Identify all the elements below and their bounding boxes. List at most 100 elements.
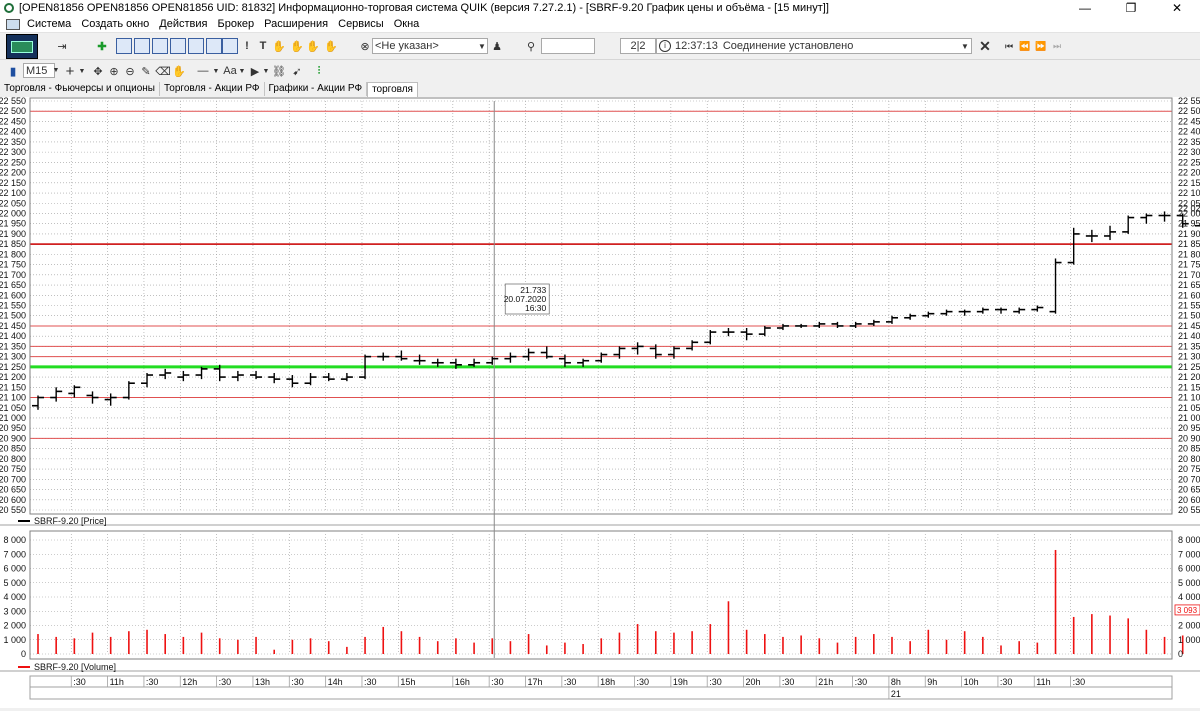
price-volume-chart[interactable]: 22 550 22 500 22 450 22 400 22 350 22 300 22 2… [0, 96, 1200, 708]
last-message-icon[interactable]: ⏭ [1050, 39, 1064, 53]
account-select[interactable]: <Не указан> [372, 38, 488, 54]
x-tick-label: 20h [746, 677, 761, 687]
close-x-icon[interactable]: ✕ [978, 38, 992, 54]
new-order-icon[interactable]: ✚ [94, 38, 110, 54]
table-icon-6[interactable] [206, 38, 222, 54]
exclamation-icon[interactable]: ! [240, 38, 254, 54]
client-icon[interactable]: ♟ [490, 38, 504, 54]
zoom-in-icon[interactable]: ⊕ [107, 63, 121, 79]
restore-button[interactable]: ❐ [1108, 0, 1154, 16]
zoom-out-icon[interactable]: ⊖ [123, 63, 137, 79]
table-icon-5[interactable] [188, 38, 204, 54]
price-tick-label-right: 21 75 [1178, 260, 1200, 270]
status-dropdown-arrow-icon[interactable]: ▼ [960, 39, 970, 53]
price-tick-label-left: 20 750 [0, 464, 26, 474]
cancel-orders-icon[interactable]: ⊗ [358, 39, 372, 53]
volume-tick-label-left: 3 000 [3, 606, 26, 616]
link-icon[interactable]: ⛓ [272, 63, 286, 79]
price-tick-label-left: 21 150 [0, 382, 26, 392]
x-tick-label: :30 [709, 677, 722, 687]
fill-dropdown-icon[interactable]: ▼ [262, 63, 270, 79]
menu-actions[interactable]: Действия [154, 18, 212, 30]
system-menu-icon[interactable] [6, 18, 20, 30]
indicators-icon[interactable]: ⫶ [312, 63, 326, 79]
chart-type-icon[interactable]: ▮ [6, 63, 20, 79]
price-tick-label-left: 21 250 [0, 362, 26, 372]
price-tick-label-right: 20 75 [1178, 464, 1200, 474]
tab-torgovlya[interactable]: торговля [367, 82, 418, 97]
table-icon-7[interactable] [222, 38, 238, 54]
price-tick-label-left: 21 650 [0, 280, 26, 290]
order-arrow-icon[interactable]: ⇥ [54, 38, 70, 54]
window-controls: — ❐ ✕ [1062, 0, 1200, 16]
price-tick-label-left: 20 800 [0, 454, 26, 464]
interval-value: M15 [26, 64, 48, 77]
volume-tick-label-right: 1 000 [1178, 635, 1200, 645]
hand-icon-2[interactable]: ✋ [290, 38, 304, 54]
status-field[interactable]: i 12:37:13 Соединение установлено [656, 38, 972, 54]
price-tick-label-left: 21 750 [0, 260, 26, 270]
terminal-logo-icon[interactable] [6, 34, 38, 59]
tab-stocks-rf[interactable]: Торговля - Акции РФ [160, 82, 265, 96]
volume-tick-label-right: 6 000 [1178, 564, 1200, 574]
x-tick-label: :30 [73, 677, 86, 687]
move-icon[interactable]: ✥ [91, 63, 105, 79]
x-tick-label: :30 [855, 677, 868, 687]
eraser-icon[interactable]: ⌫ [155, 63, 171, 79]
text-tool-icon[interactable]: T [256, 38, 270, 54]
close-window-button[interactable]: ✕ [1154, 0, 1200, 16]
menu-windows[interactable]: Окна [389, 18, 425, 30]
font-dropdown-icon[interactable]: ▼ [238, 63, 246, 79]
menu-extensions[interactable]: Расширения [259, 18, 333, 30]
font-button[interactable]: Aa [222, 63, 238, 79]
price-tick-label-right: 21 95 [1178, 219, 1200, 229]
crosshair-dropdown-icon[interactable]: ▼ [78, 63, 86, 79]
line-dropdown-icon[interactable]: ▼ [212, 63, 220, 79]
menu-broker[interactable]: Брокер [213, 18, 260, 30]
price-tick-label-left: 22 350 [0, 137, 26, 147]
price-tick-label-left: 21 350 [0, 341, 26, 351]
first-message-icon[interactable]: ⏮ [1002, 39, 1016, 53]
price-tick-label-right: 22 40 [1178, 127, 1200, 137]
menu-services[interactable]: Сервисы [333, 18, 389, 30]
search-input[interactable] [541, 38, 595, 54]
menu-create-window[interactable]: Создать окно [76, 18, 154, 30]
legends: SBRF-9.20 [Price] SBRF-9.20 [Volume] [18, 516, 116, 672]
table-icon-4[interactable] [170, 38, 186, 54]
table-icon-3[interactable] [152, 38, 168, 54]
chart-svg[interactable]: 22 55022 50022 45022 40022 35022 30022 2… [0, 96, 1200, 708]
price-tick-label-left: 21 200 [0, 372, 26, 382]
prev-message-icon[interactable]: ⏪ [1018, 39, 1032, 53]
menu-system[interactable]: Система [22, 18, 76, 30]
hand-icon-1[interactable]: ✋ [272, 38, 286, 54]
price-tick-label-left: 21 050 [0, 403, 26, 413]
price-tick-label-right: 22 15 [1178, 178, 1200, 188]
crosshair-icon[interactable]: + [62, 63, 78, 80]
pan-hand-icon[interactable]: ✋ [172, 63, 186, 79]
x-tick-label: 8h [891, 677, 901, 687]
interval-select[interactable]: M15 [23, 63, 55, 78]
account-dropdown-arrow-icon[interactable]: ▼ [477, 39, 487, 53]
next-message-icon[interactable]: ⏩ [1034, 39, 1048, 53]
volume-tick-label-left: 8 000 [3, 535, 26, 545]
table-icon-1[interactable] [116, 38, 132, 54]
tab-charts-stocks-rf[interactable]: Графики - Акции РФ [265, 82, 368, 96]
line-tool-icon[interactable]: — [194, 63, 212, 79]
price-tick-label-right: 22 45 [1178, 116, 1200, 126]
hand-icon-4[interactable]: ✋ [324, 38, 338, 54]
x-tick-label: :30 [782, 677, 795, 687]
x-tick-label: 13h [255, 677, 270, 687]
tab-futures-options[interactable]: Торговля - Фьючерсы и опционы [0, 82, 160, 96]
minimize-button[interactable]: — [1062, 0, 1108, 16]
workspace-tabs: Торговля - Фьючерсы и опционы Торговля -… [0, 82, 1200, 98]
table-icon-2[interactable] [134, 38, 150, 54]
fill-icon[interactable]: ▶ [248, 63, 262, 79]
interval-dropdown-icon[interactable]: ▼ [52, 63, 60, 78]
hand-icon-3[interactable]: ✋ [306, 38, 320, 54]
pencil-icon[interactable]: ✎ [139, 63, 153, 79]
price-tick-label-left: 21 450 [0, 321, 26, 331]
settings-arrow-icon[interactable]: ➹ [290, 63, 304, 79]
price-tick-label-left: 22 450 [0, 116, 26, 126]
x-tick-label: 16h [455, 677, 470, 687]
price-tick-label-right: 21 80 [1178, 249, 1200, 259]
